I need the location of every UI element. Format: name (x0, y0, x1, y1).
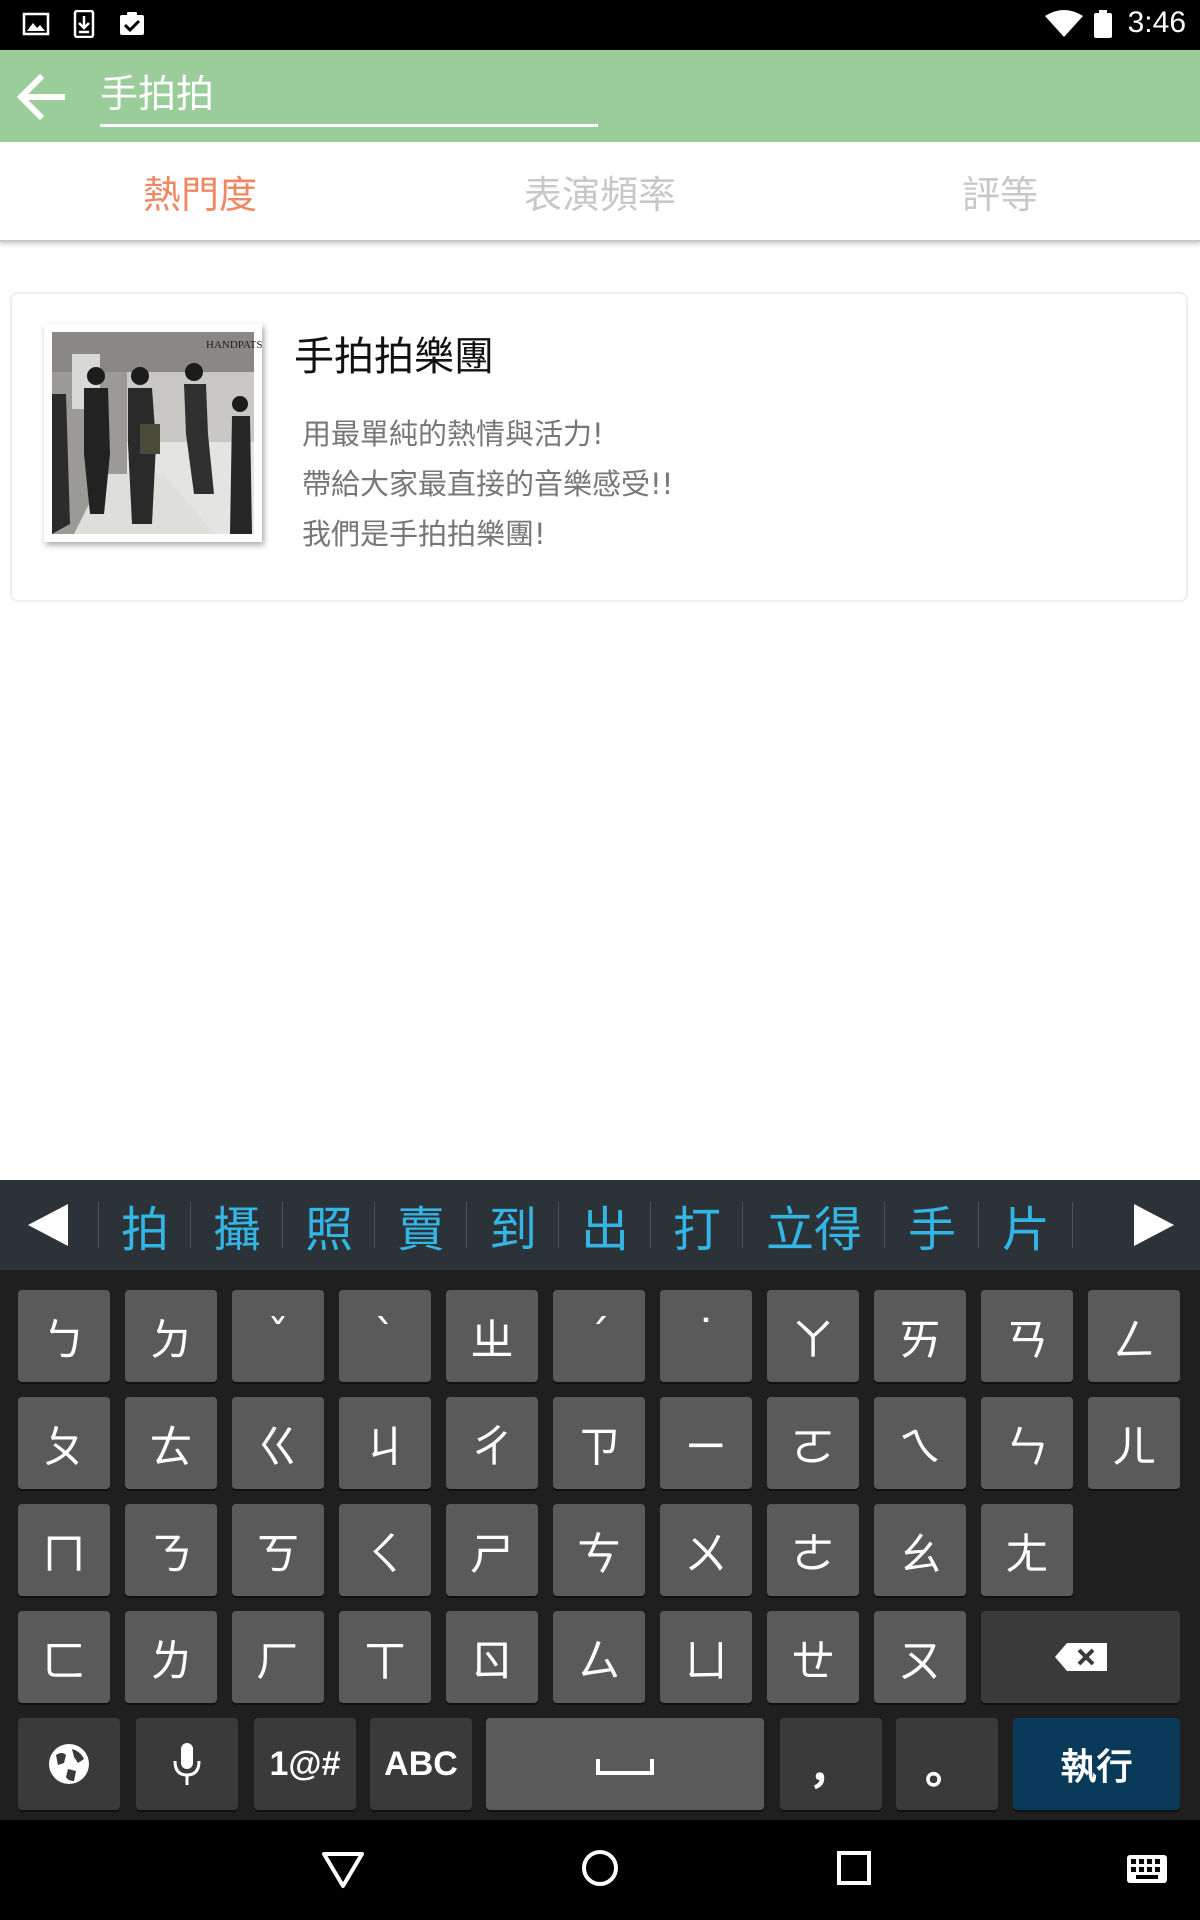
search-input-underline (100, 124, 598, 127)
key-zhuyin[interactable]: ㄋ (125, 1504, 217, 1596)
candidate-word[interactable]: 賣 (376, 1180, 466, 1270)
key-zhuyin[interactable]: ㄐ (339, 1397, 431, 1489)
voice-input-key[interactable] (136, 1718, 238, 1810)
key-zhuyin[interactable]: ㄝ (767, 1611, 859, 1703)
key-zhuyin[interactable]: ㄩ (660, 1611, 752, 1703)
band-name: 手拍拍樂團 (294, 334, 494, 380)
key-zhuyin[interactable]: ㄤ (981, 1504, 1073, 1596)
result-card[interactable]: HANDPATS 手拍拍樂團 用最單純的熱情與活力! 帶給大家最直接的音樂感受!… (10, 292, 1188, 602)
candidate-word[interactable]: 攝 (192, 1180, 282, 1270)
space-bar-icon (596, 1759, 654, 1775)
sort-tabs: 熱門度 表演頻率 評等 (0, 142, 1200, 242)
candidate-word[interactable]: 立得 (744, 1180, 884, 1270)
period-key[interactable]: 。 (896, 1718, 998, 1810)
tab-rating[interactable]: 評等 (800, 142, 1200, 240)
key-zhuyin[interactable]: ㄣ (981, 1397, 1073, 1489)
candidates-next-arrow-icon[interactable] (1124, 1200, 1180, 1250)
comma-key[interactable]: ， (780, 1718, 882, 1810)
symbols-key[interactable]: 1@# (254, 1718, 356, 1810)
key-zhuyin[interactable]: ㄙ (553, 1611, 645, 1703)
globe-icon (49, 1744, 89, 1784)
key-zhuyin[interactable]: ㄚ (767, 1290, 859, 1382)
key-zhuyin[interactable]: ㄡ (874, 1611, 966, 1703)
key-tone[interactable]: ˊ (553, 1290, 645, 1382)
zhuyin-keyboard: 拍 攝 照 賣 到 出 打 立得 手 片 ㄅ ㄉ ˇ ˋ ㄓ ˊ ˙ ㄚ ㄞ ㄢ… (0, 1180, 1200, 1820)
candidate-word[interactable]: 打 (652, 1180, 742, 1270)
key-zhuyin[interactable]: ㄎ (232, 1504, 324, 1596)
abc-key[interactable]: ABC (370, 1718, 472, 1810)
candidate-word[interactable]: 到 (468, 1180, 558, 1270)
key-zhuyin[interactable]: ㄅ (18, 1290, 110, 1382)
key-zhuyin[interactable]: ㄥ (1088, 1290, 1180, 1382)
key-tone[interactable]: ˇ (232, 1290, 324, 1382)
backspace-icon (1054, 1643, 1107, 1671)
key-zhuyin[interactable]: ㄇ (18, 1504, 110, 1596)
battery-icon (1094, 10, 1112, 38)
key-zhuyin[interactable]: ㄍ (232, 1397, 324, 1489)
key-zhuyin[interactable]: ㄓ (446, 1290, 538, 1382)
candidate-bar: 拍 攝 照 賣 到 出 打 立得 手 片 (0, 1180, 1200, 1270)
candidate-word[interactable]: 照 (284, 1180, 374, 1270)
key-zhuyin[interactable]: ㄞ (874, 1290, 966, 1382)
key-zhuyin[interactable]: ㄒ (339, 1611, 431, 1703)
candidate-word[interactable]: 出 (560, 1180, 650, 1270)
navigation-bar (0, 1820, 1200, 1920)
candidate-word[interactable]: 片 (980, 1180, 1072, 1270)
key-zhuyin[interactable]: ㄏ (232, 1611, 324, 1703)
home-nav-icon[interactable] (580, 1848, 620, 1888)
key-zhuyin[interactable]: ㄟ (874, 1397, 966, 1489)
search-app-bar (0, 50, 1200, 142)
band-description-line: 用最單純的熱情與活力! (302, 417, 604, 451)
back-nav-icon[interactable] (320, 1850, 366, 1890)
enter-key[interactable]: 執行 (1013, 1718, 1180, 1810)
language-switch-key[interactable] (18, 1718, 120, 1810)
key-zhuyin[interactable]: ㄔ (446, 1397, 538, 1489)
key-zhuyin[interactable]: ㄑ (339, 1504, 431, 1596)
wifi-icon (1045, 10, 1083, 37)
back-arrow-icon[interactable] (12, 68, 70, 126)
key-tone[interactable]: ˋ (339, 1290, 431, 1382)
key-zhuyin[interactable]: ㄆ (18, 1397, 110, 1489)
band-thumbnail: HANDPATS (44, 324, 262, 542)
key-zhuyin[interactable]: ㄉ (125, 1290, 217, 1382)
key-zhuyin[interactable]: ㄦ (1088, 1397, 1180, 1489)
key-zhuyin[interactable]: ㄕ (446, 1504, 538, 1596)
search-input[interactable] (100, 66, 598, 114)
space-key[interactable] (486, 1718, 764, 1810)
key-zhuyin[interactable]: ㄜ (767, 1504, 859, 1596)
band-description-line: 我們是手拍拍樂團! (302, 517, 546, 551)
key-zhuyin[interactable]: ㄘ (553, 1504, 645, 1596)
candidates-prev-arrow-icon[interactable] (22, 1200, 78, 1250)
key-zhuyin[interactable]: ㄖ (446, 1611, 538, 1703)
status-time: 3:46 (1127, 6, 1186, 39)
band-photo: HANDPATS (52, 332, 262, 534)
image-notification-icon (22, 12, 50, 36)
backspace-key[interactable] (981, 1611, 1180, 1703)
thumbnail-logo-text: HANDPATS (206, 339, 262, 351)
candidate-word[interactable]: 拍 (100, 1180, 190, 1270)
recents-nav-icon[interactable] (836, 1850, 872, 1886)
key-zhuyin[interactable]: ㄛ (767, 1397, 859, 1489)
tab-popularity[interactable]: 熱門度 (0, 142, 400, 240)
band-description-line: 帶給大家最直接的音樂感受!! (302, 467, 674, 501)
key-zhuyin[interactable]: ㄊ (125, 1397, 217, 1489)
key-zhuyin[interactable]: ㄈ (18, 1611, 110, 1703)
tab-performance-frequency[interactable]: 表演頻率 (400, 142, 800, 240)
key-zhuyin[interactable]: ㄧ (660, 1397, 752, 1489)
key-zhuyin[interactable]: ㄠ (874, 1504, 966, 1596)
download-notification-icon (73, 10, 95, 38)
keyboard-switch-icon[interactable] (1126, 1854, 1168, 1884)
microphone-icon (173, 1743, 201, 1785)
status-bar: 3:46 (0, 0, 1200, 50)
key-zhuyin[interactable]: ㄨ (660, 1504, 752, 1596)
clipboard-check-icon (120, 12, 144, 35)
key-zhuyin[interactable]: ㄌ (125, 1611, 217, 1703)
key-tone[interactable]: ˙ (660, 1290, 752, 1382)
candidate-word[interactable]: 手 (886, 1180, 978, 1270)
key-zhuyin[interactable]: ㄗ (553, 1397, 645, 1489)
key-zhuyin[interactable]: ㄢ (981, 1290, 1073, 1382)
